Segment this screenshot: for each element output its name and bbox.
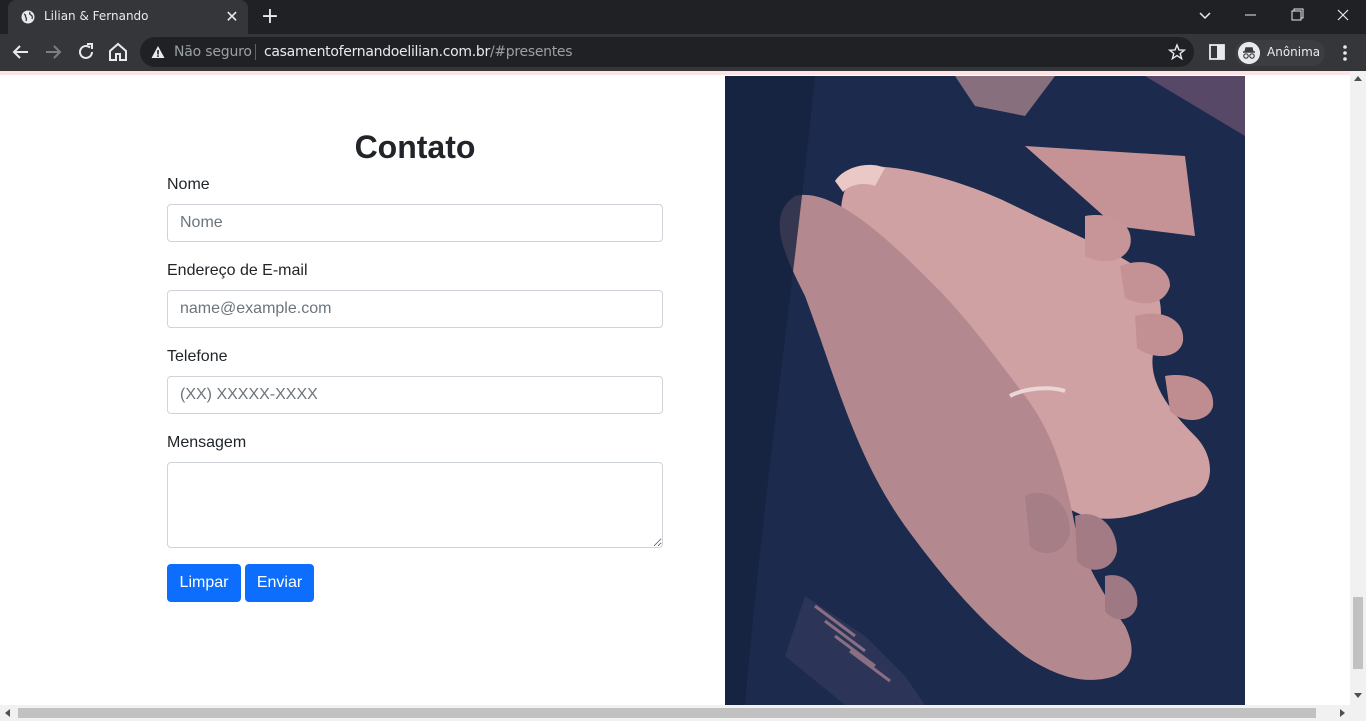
scroll-down-arrow-icon[interactable] [1354,693,1362,698]
horizontal-scroll-thumb[interactable] [18,708,1316,718]
minimize-icon[interactable] [1228,0,1274,30]
home-icon[interactable] [106,40,130,64]
browser-tab[interactable]: Lilian & Fernando ✕ [8,0,248,34]
new-tab-button[interactable]: + [259,6,281,28]
email-input[interactable] [167,290,663,328]
browser-toolbar: Não seguro casamentofernandoelilian.com.… [0,34,1366,71]
message-textarea[interactable] [167,462,663,548]
profile-label: Anônima [1267,45,1321,59]
globe-icon [21,10,35,24]
window-close-icon[interactable] [1320,0,1366,30]
url-path: /#presentes [489,44,573,60]
security-label[interactable]: Não seguro [174,44,252,60]
omnibox-divider [255,44,256,60]
tab-search-chevron-icon[interactable] [1196,6,1214,24]
scroll-left-arrow-icon[interactable] [5,709,10,717]
clear-button[interactable]: Limpar [167,564,241,602]
bookmark-star-icon[interactable] [1168,43,1186,61]
page-viewport: Contato Nome Endereço de E-mail Telefone… [0,71,1350,705]
vertical-scroll-thumb[interactable] [1353,597,1363,669]
email-label: Endereço de E-mail [167,262,308,279]
back-arrow-icon[interactable] [9,40,33,64]
phone-input[interactable] [167,376,663,414]
reload-icon[interactable] [74,40,98,64]
send-button[interactable]: Enviar [245,564,314,602]
name-input[interactable] [167,204,663,242]
name-label: Nome [167,176,210,193]
incognito-icon [1238,42,1260,64]
incognito-profile-button[interactable]: Anônima [1235,40,1325,66]
contact-title: Contato [354,129,476,165]
vertical-scrollbar[interactable] [1350,71,1366,705]
tab-close-icon[interactable]: ✕ [224,9,240,25]
side-panel-icon[interactable] [1208,43,1226,61]
phone-label: Telefone [167,348,228,365]
header-accent-line [0,71,1350,75]
scroll-up-arrow-icon[interactable] [1354,76,1362,81]
message-label: Mensagem [167,434,247,451]
couple-hands-photo [725,76,1245,705]
url-host: casamentofernandoelilian.com.br [264,44,490,60]
tab-title: Lilian & Fernando [44,9,149,23]
forward-arrow-icon[interactable] [41,40,65,64]
scroll-right-arrow-icon[interactable] [1340,709,1345,717]
tab-strip: Lilian & Fernando ✕ + [0,0,1366,34]
warning-icon[interactable] [151,45,165,59]
address-bar[interactable]: Não seguro casamentofernandoelilian.com.… [140,37,1194,67]
url-text[interactable]: casamentofernandoelilian.com.br/#present… [264,44,573,60]
kebab-menu-icon[interactable] [1336,41,1354,65]
restore-icon[interactable] [1274,0,1320,30]
horizontal-scrollbar[interactable] [0,705,1366,721]
